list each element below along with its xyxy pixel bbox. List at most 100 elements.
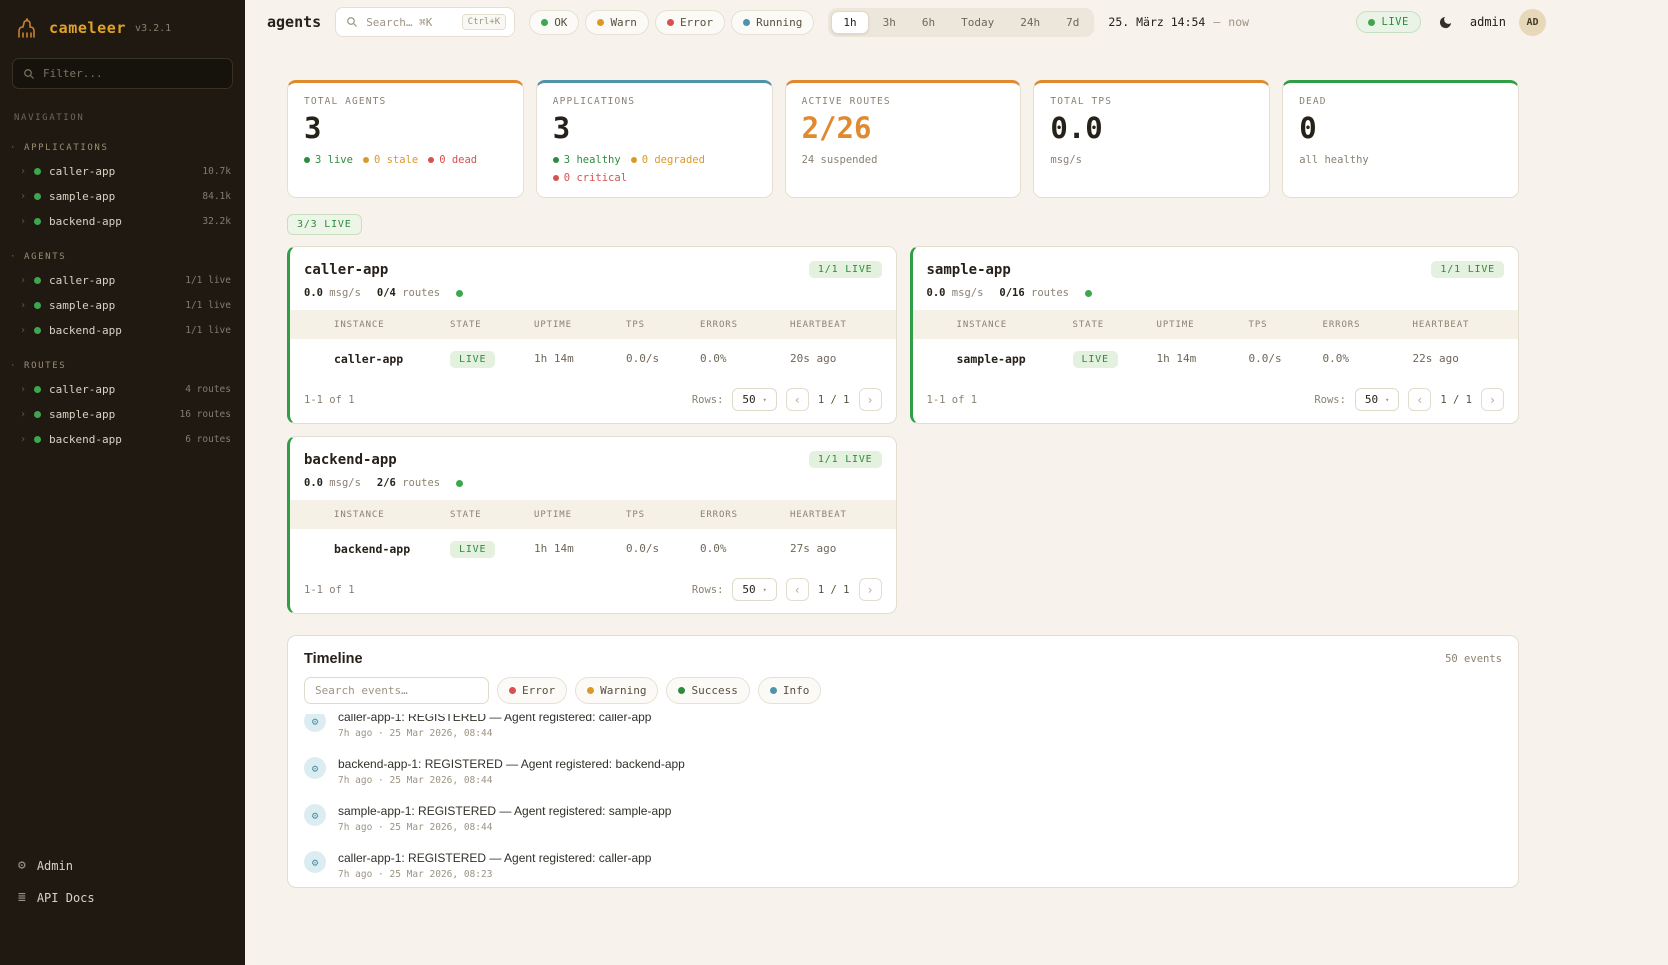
prev-page-button[interactable]: ‹ [1408, 388, 1431, 411]
timeline-filter-info[interactable]: Info [758, 677, 822, 704]
search-input[interactable] [366, 16, 453, 29]
time-range-group: 1h 3h 6h Today 24h 7d [828, 8, 1094, 37]
global-search[interactable]: Ctrl+K [335, 7, 515, 37]
col-uptime: UPTIME [534, 320, 626, 330]
info-dot-icon [770, 687, 777, 694]
filter-chip-running[interactable]: Running [731, 10, 814, 35]
navigation-label: NAVIGATION [0, 105, 245, 125]
rows-per-page-select[interactable]: 50 ▾ [1355, 388, 1399, 411]
sidebar-admin-link[interactable]: ⚙ Admin [18, 858, 227, 873]
success-dot-icon [678, 687, 685, 694]
timeline-events-viewport[interactable]: ⚙ caller-app-1: REGISTERED — Agent regis… [288, 714, 1518, 887]
timeline-search[interactable] [304, 677, 489, 704]
col-instance: INSTANCE [957, 320, 1073, 330]
sidebar-item-routes-backend-app[interactable]: › backend-app 6 routes [0, 427, 245, 452]
item-badge: 1/1 live [185, 325, 231, 336]
timeline-event[interactable]: ⚙ backend-app-1: REGISTERED — Agent regi… [304, 748, 1502, 795]
stat-subtext: msg/s [1050, 154, 1253, 168]
status-dot [34, 436, 41, 443]
timeline-filter-warning[interactable]: Warning [575, 677, 658, 704]
next-page-button[interactable]: › [859, 578, 882, 601]
sidebar-item-application-caller-app[interactable]: › caller-app 10.7k [0, 159, 245, 184]
docs-icon: ≣ [18, 890, 26, 905]
range-button-1h[interactable]: 1h [831, 11, 868, 34]
instance-row[interactable]: caller-app LIVE 1h 14m 0.0/s 0.0% 20s ag… [290, 339, 896, 378]
table-footer: 1-1 of 1 Rows: 50 ▾ ‹ 1 / 1 › [290, 568, 896, 613]
breakdown-text: 0 stale [374, 154, 418, 168]
filter-chip-warn[interactable]: Warn [585, 10, 649, 35]
gear-icon: ⚙ [304, 757, 326, 779]
search-icon [346, 16, 358, 28]
avatar[interactable]: AD [1519, 9, 1546, 36]
next-page-button[interactable]: › [1481, 388, 1504, 411]
col-instance: INSTANCE [334, 510, 450, 520]
event-title: sample-app-1: REGISTERED — Agent registe… [338, 804, 671, 818]
state-badge: LIVE [450, 351, 495, 368]
filter-chip-ok[interactable]: OK [529, 10, 579, 35]
chevron-right-icon: › [20, 216, 26, 227]
page-indicator: 1 / 1 [818, 394, 850, 406]
throughput-unit: msg/s [329, 287, 361, 299]
sidebar-item-application-backend-app[interactable]: › backend-app 32.2k [0, 209, 245, 234]
stat-label: TOTAL AGENTS [304, 96, 507, 107]
range-button-6h[interactable]: 6h [910, 11, 947, 34]
timeline-event[interactable]: ⚙ caller-app-1: REGISTERED — Agent regis… [304, 842, 1502, 887]
chevron-down-icon: ▾ [1385, 396, 1389, 404]
sidebar-item-agent-caller-app[interactable]: › caller-app 1/1 live [0, 268, 245, 293]
api-docs-label: API Docs [37, 891, 95, 905]
chevron-right-icon: › [20, 275, 26, 286]
sidebar-item-routes-caller-app[interactable]: › caller-app 4 routes [0, 377, 245, 402]
range-button-24h[interactable]: 24h [1008, 11, 1052, 34]
chip-label: Success [691, 684, 737, 697]
theme-toggle-button[interactable] [1434, 11, 1457, 34]
range-button-3h[interactable]: 3h [871, 11, 908, 34]
instance-row[interactable]: sample-app LIVE 1h 14m 0.0/s 0.0% 22s ag… [913, 339, 1519, 378]
sidebar-item-routes-sample-app[interactable]: › sample-app 16 routes [0, 402, 245, 427]
timeline-event[interactable]: ⚙ sample-app-1: REGISTERED — Agent regis… [304, 795, 1502, 842]
stat-value: 3 [553, 114, 756, 143]
section-marker-icon: · [10, 361, 17, 371]
table-footer: 1-1 of 1 Rows: 50 ▾ ‹ 1 / 1 › [913, 378, 1519, 423]
live-status-badge[interactable]: LIVE [1356, 11, 1420, 33]
sidebar-filter[interactable] [12, 58, 233, 89]
prev-page-button[interactable]: ‹ [786, 578, 809, 601]
section-header-routes[interactable]: · ROUTES [0, 357, 245, 377]
page-indicator: 1 / 1 [1440, 394, 1472, 406]
instance-row[interactable]: backend-app LIVE 1h 14m 0.0/s 0.0% 27s a… [290, 529, 896, 568]
event-time: 7h ago · 25 Mar 2026, 08:23 [338, 869, 651, 880]
status-dot [34, 386, 41, 393]
item-label: caller-app [49, 383, 115, 396]
cell-heartbeat: 20s ago [790, 352, 882, 365]
status-dot [34, 218, 41, 225]
timeline-event[interactable]: ⚙ caller-app-1: REGISTERED — Agent regis… [304, 714, 1502, 748]
routes-unit: routes [402, 477, 440, 489]
routes-value: 0/4 [377, 287, 396, 299]
section-header-agents[interactable]: · AGENTS [0, 248, 245, 268]
cell-heartbeat: 27s ago [790, 542, 882, 555]
timeline-filter-error[interactable]: Error [497, 677, 567, 704]
rows-per-page-select[interactable]: 50 ▾ [732, 578, 776, 601]
stat-value: 0 [1299, 114, 1502, 143]
window-end: now [1228, 15, 1249, 29]
event-time: 7h ago · 25 Mar 2026, 08:44 [338, 822, 671, 833]
range-button-today[interactable]: Today [949, 11, 1006, 34]
sidebar-item-application-sample-app[interactable]: › sample-app 84.1k [0, 184, 245, 209]
stat-card-total-tps: TOTAL TPS 0.0 msg/s [1033, 80, 1270, 198]
prev-page-button[interactable]: ‹ [786, 388, 809, 411]
sidebar-api-docs-link[interactable]: ≣ API Docs [18, 890, 227, 905]
next-page-button[interactable]: › [859, 388, 882, 411]
range-button-7d[interactable]: 7d [1054, 11, 1091, 34]
section-header-applications[interactable]: · APPLICATIONS [0, 139, 245, 159]
rows-per-page-select[interactable]: 50 ▾ [732, 388, 776, 411]
timeline-events-count: 50 events [1445, 653, 1502, 665]
timeline-filter-success[interactable]: Success [666, 677, 749, 704]
filter-input[interactable] [43, 67, 222, 80]
chevron-right-icon: › [20, 434, 26, 445]
status-dot [553, 157, 559, 163]
timeline-search-input[interactable] [315, 684, 478, 697]
sidebar-item-agent-backend-app[interactable]: › backend-app 1/1 live [0, 318, 245, 343]
filter-chip-error[interactable]: Error [655, 10, 725, 35]
sidebar-item-agent-sample-app[interactable]: › sample-app 1/1 live [0, 293, 245, 318]
cell-tps: 0.0/s [626, 542, 700, 555]
col-errors: ERRORS [1323, 320, 1413, 330]
